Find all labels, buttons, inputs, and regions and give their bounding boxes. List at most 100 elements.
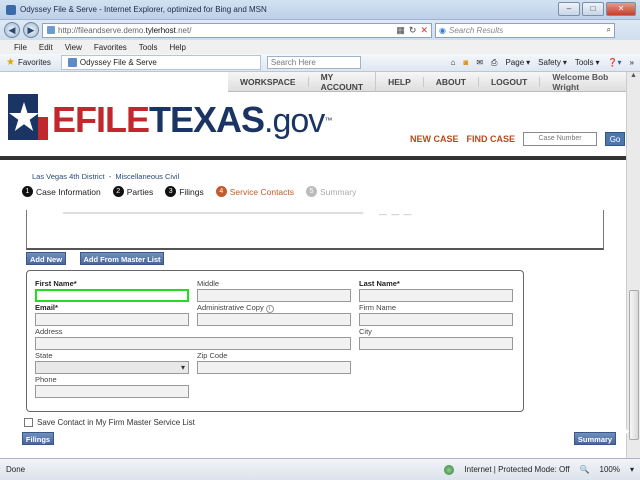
menu-file[interactable]: File: [14, 43, 27, 52]
top-navigation: WORKSPACE MY ACCOUNT HELP ABOUT LOGOUT W…: [228, 72, 626, 92]
url-field[interactable]: http://fileandserve.demo.tylerhost.net/ …: [42, 22, 432, 38]
tools-menu[interactable]: Tools ▾: [575, 58, 600, 67]
city-field[interactable]: [359, 337, 513, 350]
window-titlebar: Odyssey File & Serve - Internet Explorer…: [0, 0, 640, 20]
add-from-master-list-button[interactable]: Add From Master List: [80, 252, 164, 265]
mail-icon[interactable]: ✉: [476, 58, 483, 67]
nav-my-account[interactable]: MY ACCOUNT: [309, 72, 377, 92]
info-icon[interactable]: i: [265, 305, 274, 313]
email-field[interactable]: [35, 313, 189, 326]
zoom-icon[interactable]: 🔍: [580, 465, 590, 474]
compat-view-icon[interactable]: ▦: [396, 25, 405, 36]
nav-about[interactable]: ABOUT: [424, 76, 479, 87]
address-field[interactable]: [35, 337, 351, 350]
step-filings[interactable]: 3 Filings: [165, 186, 204, 197]
menu-view[interactable]: View: [65, 43, 82, 52]
filings-back-button[interactable]: Filings: [22, 432, 54, 445]
first-name-field[interactable]: [35, 289, 189, 302]
page-scrollbar[interactable]: ▲: [626, 72, 640, 458]
menu-tools[interactable]: Tools: [139, 43, 158, 52]
zip-code-field[interactable]: [197, 361, 351, 374]
summary-next-button[interactable]: Summary: [574, 432, 616, 445]
step-service-contacts[interactable]: 4 Service Contacts: [215, 186, 294, 197]
service-contact-form: First Name* Middle Last Name* Email* Adm…: [26, 270, 524, 412]
header-divider: [0, 156, 626, 160]
nav-workspace[interactable]: WORKSPACE: [228, 76, 309, 87]
find-case-link[interactable]: FIND CASE: [467, 134, 516, 144]
status-bar: Done Internet | Protected Mode: Off 🔍 10…: [0, 458, 640, 480]
save-contact-row: Save Contact in My Firm Master Service L…: [24, 418, 195, 427]
close-button[interactable]: ✕: [606, 2, 636, 16]
address-label: Address: [35, 327, 63, 336]
first-name-label: First Name*: [35, 279, 77, 288]
go-button[interactable]: Go: [605, 132, 626, 146]
forward-button[interactable]: ▶: [23, 22, 39, 38]
step-case-information[interactable]: 1 Case Information: [22, 186, 101, 197]
phone-field[interactable]: [35, 385, 189, 398]
menu-bar: File Edit View Favorites Tools Help: [0, 40, 640, 54]
safety-menu[interactable]: Safety ▾: [538, 58, 567, 67]
texas-flag-icon: [8, 94, 48, 140]
toolbar-search-input[interactable]: Search Here: [266, 56, 361, 69]
print-icon[interactable]: ⎙: [491, 58, 497, 68]
stop-icon[interactable]: ✕: [420, 25, 428, 36]
firm-name-label: Firm Name: [359, 303, 397, 312]
save-contact-label: Save Contact in My Firm Master Service L…: [37, 418, 195, 427]
browser-tab[interactable]: Odyssey File & Serve: [60, 55, 261, 70]
nav-help[interactable]: HELP: [376, 76, 424, 87]
minimize-button[interactable]: –: [558, 2, 580, 16]
home-icon[interactable]: ⌂: [451, 58, 456, 67]
save-contact-checkbox[interactable]: [24, 418, 33, 427]
middle-name-field[interactable]: [197, 289, 351, 302]
security-zone-text[interactable]: Internet | Protected Mode: Off: [464, 465, 569, 474]
scroll-up-icon[interactable]: ▲: [627, 72, 640, 84]
administrative-copy-field[interactable]: [197, 313, 351, 326]
scrollbar-thumb[interactable]: [629, 290, 639, 440]
zoom-dropdown-icon[interactable]: ▾: [630, 465, 634, 474]
status-text: Done: [6, 465, 26, 474]
internet-zone-icon: [444, 464, 455, 475]
firm-name-field[interactable]: [359, 313, 513, 326]
refresh-icon[interactable]: ↻: [409, 25, 417, 36]
menu-help[interactable]: Help: [169, 43, 185, 52]
maximize-button[interactable]: □: [582, 2, 604, 16]
address-bar: ◀ ▶ http://fileandserve.demo.tylerhost.n…: [0, 20, 640, 40]
case-actions: NEW CASE FIND CASE Case Number Go: [410, 132, 626, 146]
help-icon[interactable]: ❓▾: [608, 58, 622, 67]
favorites-button[interactable]: ★ Favorites: [6, 57, 51, 68]
menu-favorites[interactable]: Favorites: [94, 43, 127, 52]
bing-icon: ◉: [439, 25, 446, 35]
middle-label: Middle: [197, 279, 220, 288]
zip-code-label: Zip Code: [197, 351, 228, 360]
feeds-icon[interactable]: ◙: [464, 58, 469, 67]
browser-search-input[interactable]: ◉ Search Results ⌕: [435, 22, 615, 38]
last-name-label: Last Name*: [359, 279, 400, 288]
back-button[interactable]: ◀: [4, 22, 20, 38]
ie-icon: [6, 4, 16, 15]
page-menu[interactable]: Page ▾: [505, 58, 530, 67]
window-title: Odyssey File & Serve - Internet Explorer…: [20, 5, 267, 14]
last-name-field[interactable]: [359, 289, 513, 302]
administrative-copy-label: Administrative Copy: [197, 303, 264, 312]
case-number-input[interactable]: Case Number: [523, 132, 598, 146]
menu-edit[interactable]: Edit: [39, 43, 53, 52]
step-summary: 5 Summary: [306, 186, 356, 197]
state-select[interactable]: [35, 361, 189, 374]
contacts-list-panel: — — —: [26, 210, 604, 250]
search-icon[interactable]: ⌕: [607, 25, 614, 35]
new-case-link[interactable]: NEW CASE: [410, 134, 459, 144]
add-new-button[interactable]: Add New: [26, 252, 66, 265]
state-label: State: [35, 351, 53, 360]
zoom-level[interactable]: 100%: [600, 465, 620, 474]
panel-dashes: — — —: [379, 210, 413, 219]
efiletexas-logo[interactable]: EFILETEXAS.gov ™: [8, 94, 332, 140]
logo-wordmark: EFILETEXAS.gov: [52, 99, 325, 141]
nav-logout[interactable]: LOGOUT: [479, 76, 541, 87]
star-icon: ★: [6, 57, 15, 68]
page-icon: [47, 26, 55, 34]
research-icon[interactable]: »: [630, 58, 634, 67]
welcome-text: Welcome Bob Wright: [552, 72, 609, 92]
step-parties[interactable]: 2 Parties: [112, 186, 153, 197]
email-label: Email*: [35, 303, 58, 312]
city-label: City: [359, 327, 372, 336]
